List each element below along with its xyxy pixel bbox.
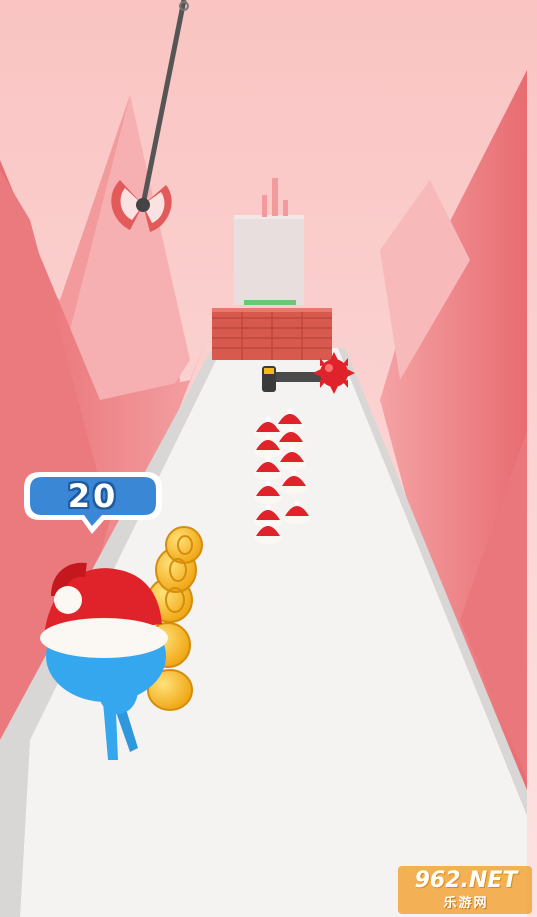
watermark-subtitle: 乐游网 bbox=[443, 896, 489, 911]
crowd-count: 20 bbox=[67, 477, 119, 515]
brick-wall bbox=[212, 308, 332, 360]
game-scene bbox=[0, 0, 537, 917]
watermark-brand: 962.NET bbox=[414, 868, 518, 893]
